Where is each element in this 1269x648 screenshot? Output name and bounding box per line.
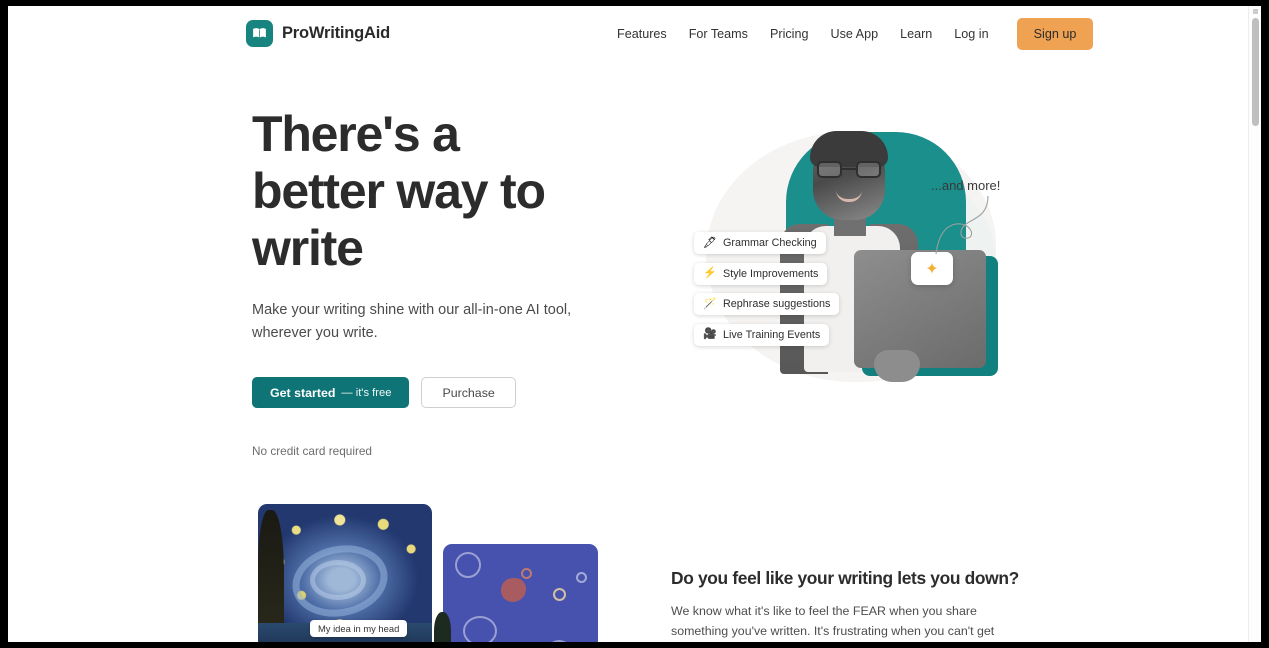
hero-cta-group: Get started — it's free Purchase — [252, 377, 652, 408]
section-two-title: Do you feel like your writing lets you d… — [671, 568, 1019, 588]
vertical-scrollbar[interactable] — [1248, 6, 1261, 642]
get-started-sublabel: — it's free — [341, 386, 392, 399]
nav-item-pricing[interactable]: Pricing — [759, 19, 820, 49]
nav-item-for-teams[interactable]: For Teams — [678, 19, 759, 49]
and-more-annotation: ...and more! — [931, 178, 1001, 193]
get-started-label: Get started — [270, 385, 336, 400]
main-navigation: Features For Teams Pricing Use App Learn… — [606, 18, 1094, 50]
simplified-painting-card — [443, 544, 598, 642]
image-caption: My idea in my head — [310, 620, 408, 637]
get-started-button[interactable]: Get started — it's free — [252, 377, 410, 408]
no-credit-card-note: No credit card required — [252, 444, 372, 458]
section-two-body: We know what it's like to feel the FEAR … — [671, 604, 995, 638]
person-hand — [874, 350, 920, 382]
quill-pen-icon: 🖋 — [703, 236, 717, 249]
chip-style-improvements[interactable]: ⚡ Style Improvements — [694, 262, 828, 285]
page-content: ProWritingAid Features For Teams Pricing… — [8, 6, 1253, 642]
nav-item-log-in[interactable]: Log in — [943, 19, 999, 49]
chip-label: Grammar Checking — [723, 237, 817, 249]
chip-grammar-checking[interactable]: 🖋 Grammar Checking — [694, 232, 826, 254]
brand-name: ProWritingAid — [282, 24, 391, 42]
sign-up-button[interactable]: Sign up — [1016, 18, 1094, 50]
glasses-icon — [817, 161, 881, 178]
lightning-bolt-icon: ⚡ — [703, 267, 717, 279]
curly-pointer-line — [935, 195, 989, 255]
nav-item-features[interactable]: Features — [606, 19, 678, 49]
purchase-button[interactable]: Purchase — [421, 377, 516, 408]
brand-logo[interactable]: ProWritingAid — [246, 20, 390, 47]
mini-cypress-tree — [434, 612, 451, 642]
window-bottom-bar — [0, 642, 1269, 648]
browser-viewport: ProWritingAid Features For Teams Pricing… — [8, 6, 1261, 642]
hero-illustration: ✦ ...and more! 🖋 Grammar Checking ⚡ Styl… — [676, 114, 1016, 394]
nav-item-use-app[interactable]: Use App — [819, 19, 889, 49]
magic-wand-icon: 🪄 — [703, 297, 717, 310]
hero-subtitle: Make your writing shine with our all-in-… — [252, 302, 572, 341]
site-header: ProWritingAid Features For Teams Pricing… — [8, 6, 1253, 63]
chip-live-training-events[interactable]: 🎥 Live Training Events — [694, 323, 830, 346]
feature-chip-list: 🖋 Grammar Checking ⚡ Style Improvements … — [694, 232, 854, 354]
book-logo-icon — [246, 20, 273, 47]
nav-item-learn[interactable]: Learn — [889, 19, 943, 49]
section-two: Do you feel like your writing lets you d… — [671, 568, 1021, 642]
hero-section: There's a better way to write Make your … — [252, 106, 652, 458]
chip-label: Live Training Events — [723, 328, 821, 341]
page-title: There's a better way to write — [252, 106, 546, 276]
video-camera-icon: 🎥 — [703, 328, 717, 340]
scrollbar-thumb[interactable] — [1252, 18, 1259, 126]
starry-night-illustration: My idea in my head — [258, 504, 618, 642]
chip-rephrase-suggestions[interactable]: 🪄 Rephrase suggestions — [694, 293, 840, 315]
chip-label: Rephrase suggestions — [723, 298, 831, 310]
chip-label: Style Improvements — [723, 267, 819, 280]
scroll-up-icon[interactable] — [1253, 9, 1258, 14]
